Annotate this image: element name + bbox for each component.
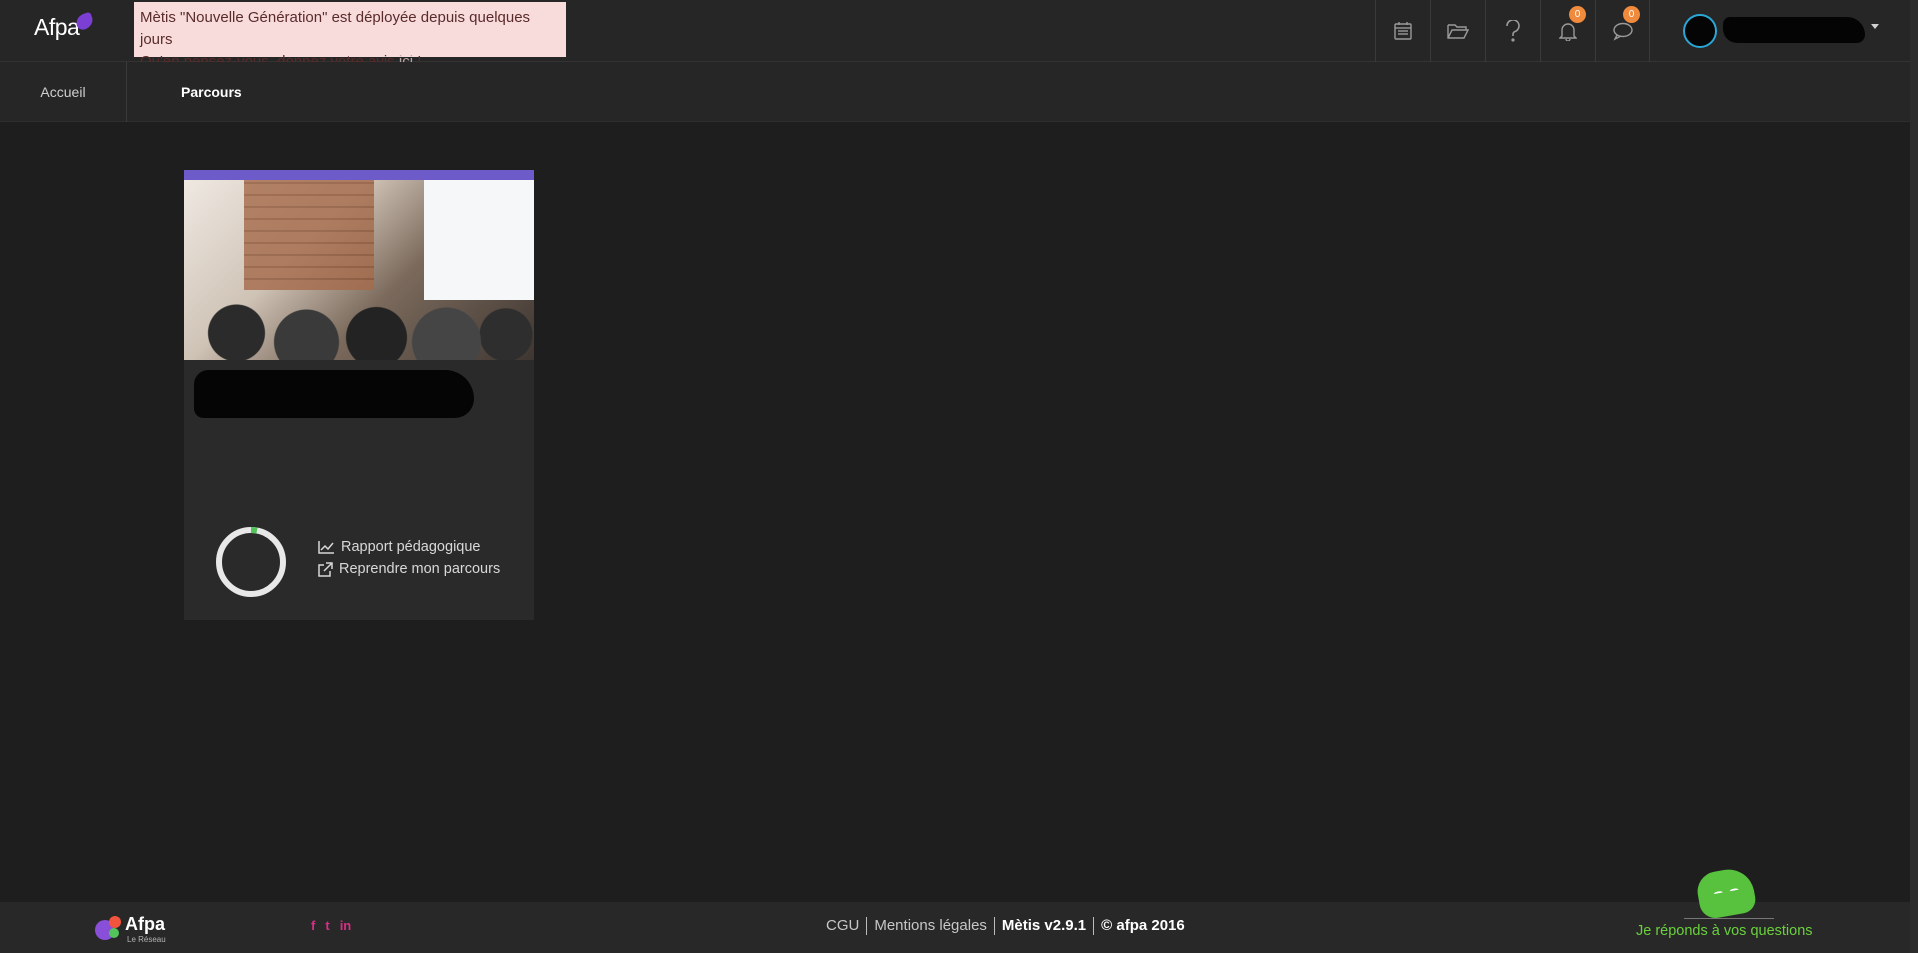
top-bar: Afpa Mètis "Nouvelle Génération" est dép… [0, 0, 1910, 70]
assistant-label[interactable]: Je réponds à vos questions [1636, 923, 1813, 939]
footer-logo[interactable]: Afpa Le Réseau [95, 914, 185, 944]
messages-button[interactable]: 0 [1595, 0, 1650, 62]
logo-circle-green [109, 928, 119, 938]
cgu-link[interactable]: CGU [826, 917, 866, 935]
folder-icon [1447, 24, 1469, 39]
report-link-label: Rapport pédagogique [341, 539, 481, 555]
assistant-bot[interactable] [1684, 865, 1774, 921]
facebook-icon[interactable]: f [311, 918, 315, 933]
bell-icon [1559, 23, 1577, 41]
help-button[interactable] [1485, 0, 1540, 62]
bot-divider [1684, 918, 1774, 919]
notice-line-1: Mètis "Nouvelle Génération" est déployée… [140, 9, 531, 48]
line-chart-icon [318, 541, 334, 554]
resume-link-label: Reprendre mon parcours [339, 561, 501, 577]
header-icons: 0 0 [1375, 0, 1650, 62]
course-image[interactable] [184, 180, 534, 360]
progress-ring [216, 527, 286, 597]
user-menu[interactable] [1683, 12, 1883, 50]
footer-links: CGU Mentions légales Mètis v2.9.1 © afpa… [826, 917, 1192, 935]
course-title-redacted [194, 370, 474, 418]
bot-avatar-icon [1694, 865, 1758, 921]
version-label: Mètis v2.9.1 [993, 917, 1093, 935]
chevron-down-icon [1871, 24, 1879, 29]
legal-link[interactable]: Mentions légales [866, 917, 994, 935]
social-links: f t in [311, 918, 351, 933]
linkedin-icon[interactable]: in [340, 918, 352, 933]
afpa-logo[interactable]: Afpa [34, 14, 80, 41]
user-name-redacted [1723, 17, 1865, 43]
external-link-icon [318, 561, 333, 577]
avatar [1683, 14, 1717, 48]
image-audience [184, 270, 534, 360]
folder-button[interactable] [1430, 0, 1485, 62]
card-actions: Rapport pédagogique Reprendre mon parcou… [318, 536, 500, 580]
chat-icon [1612, 22, 1633, 41]
calendar-icon [1394, 22, 1412, 40]
footer-brand-sub: Le Réseau [127, 935, 166, 944]
logo-circle-red [109, 916, 121, 928]
course-card[interactable]: Rapport pédagogique Reprendre mon parcou… [184, 170, 534, 620]
report-link[interactable]: Rapport pédagogique [318, 536, 500, 558]
scrollbar[interactable] [1910, 0, 1918, 953]
main-nav: Accueil Parcours [0, 62, 1910, 122]
footer-brand: Afpa [125, 914, 165, 934]
tab-parcours[interactable]: Parcours [181, 62, 242, 122]
resume-link[interactable]: Reprendre mon parcours [318, 558, 500, 580]
notifications-button[interactable]: 0 [1540, 0, 1595, 62]
help-icon [1506, 20, 1520, 42]
copyright-label: © afpa 2016 [1093, 917, 1192, 935]
notifications-badge: 0 [1569, 6, 1586, 23]
bot-left-eye [1713, 890, 1724, 897]
notice-banner: Mètis "Nouvelle Génération" est déployée… [134, 2, 566, 70]
calendar-button[interactable] [1375, 0, 1430, 62]
twitter-icon[interactable]: t [325, 918, 329, 933]
messages-badge: 0 [1623, 6, 1640, 23]
tab-accueil[interactable]: Accueil [0, 62, 127, 122]
bot-right-eye [1729, 887, 1739, 894]
footer: Afpa Le Réseau f t in CGU Mentions légal… [0, 902, 1910, 953]
card-accent-bar [184, 170, 534, 180]
